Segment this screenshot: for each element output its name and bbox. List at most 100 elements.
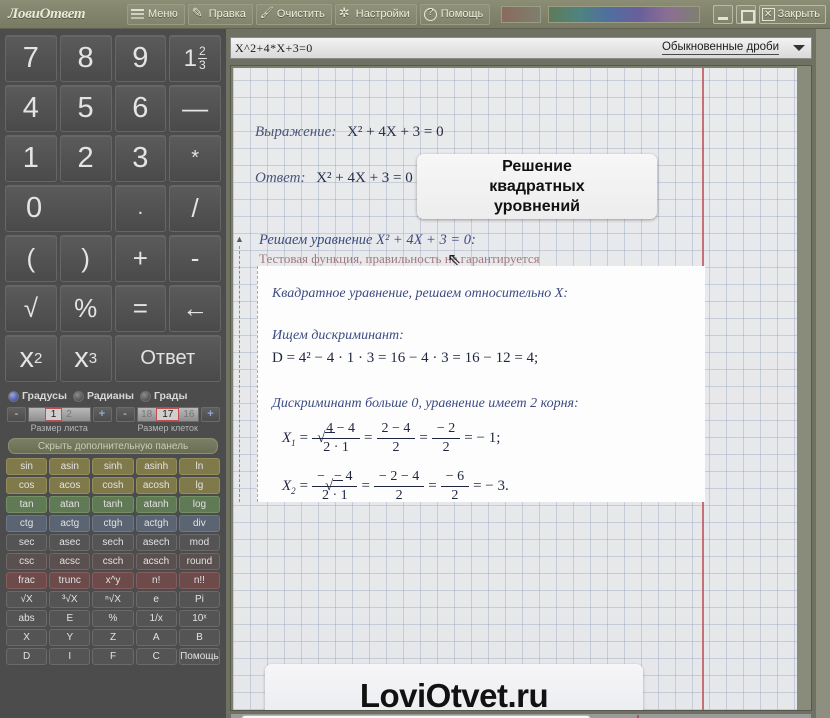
key-minus[interactable]: -	[169, 235, 221, 282]
key-8[interactable]: 8	[59, 35, 112, 82]
key-equals[interactable]: =	[114, 285, 167, 332]
function-button-n[interactable]: n!!	[178, 572, 220, 589]
key-backspace[interactable]: ←	[169, 285, 221, 332]
function-button-acos[interactable]: acos	[49, 477, 91, 494]
clear-button[interactable]: Очистить	[255, 3, 332, 25]
settings-button[interactable]: Настройки	[334, 3, 417, 25]
answer-button[interactable]: Ответ	[114, 335, 221, 382]
sheet-size-value-field[interactable]: 1 2	[28, 407, 91, 422]
function-button-Y[interactable]: Y	[49, 629, 91, 646]
key-3[interactable]: 3	[114, 135, 167, 182]
function-button-sec[interactable]: sec	[6, 534, 48, 551]
key-1[interactable]: 1	[5, 135, 57, 182]
cell-size-increment[interactable]: +	[201, 407, 220, 422]
graph-paper-sheet[interactable]: Выражение: X² + 4X + 3 = 0 Ответ: X² + 4…	[233, 68, 797, 710]
key-mixed-fraction[interactable]: 1 2 3	[169, 35, 221, 82]
radio-grads[interactable]: Грады	[139, 390, 187, 402]
function-button-round[interactable]: round	[178, 553, 220, 570]
function-button-[interactable]: Помощь	[178, 648, 220, 665]
key-9[interactable]: 9	[114, 35, 167, 82]
cell-size-decrement[interactable]: -	[115, 407, 135, 422]
function-button-1x[interactable]: 1/x	[135, 610, 177, 627]
color-gradient-bar[interactable]	[548, 5, 701, 23]
key-2[interactable]: 2	[59, 135, 112, 182]
function-button-sech[interactable]: sech	[92, 534, 134, 551]
function-button-div[interactable]: div	[178, 515, 220, 532]
function-button-acsc[interactable]: acsc	[49, 553, 91, 570]
key-0[interactable]: 0	[5, 185, 112, 232]
function-button-atanh[interactable]: atanh	[135, 496, 177, 513]
function-button-cosh[interactable]: cosh	[92, 477, 134, 494]
help-button[interactable]: Помощь	[419, 3, 491, 25]
function-button-sinh[interactable]: sinh	[92, 458, 134, 475]
function-button-lg[interactable]: lg	[178, 477, 220, 494]
key-open-paren[interactable]: (	[5, 235, 57, 282]
function-button-X[interactable]: ⁿ√X	[92, 591, 134, 608]
key-4[interactable]: 4	[5, 85, 57, 132]
key-5[interactable]: 5	[59, 85, 112, 132]
sheet-size-increment[interactable]: +	[92, 407, 112, 422]
function-button-ctg[interactable]: ctg	[6, 515, 48, 532]
minimize-button[interactable]	[712, 4, 733, 24]
key-square[interactable]: x2	[5, 335, 57, 382]
function-button-acsch[interactable]: acsch	[135, 553, 177, 570]
menu-button[interactable]: Меню	[127, 3, 185, 25]
hide-extra-panel-button[interactable]: Скрыть дополнительную панель	[8, 438, 218, 454]
function-button-e[interactable]: e	[135, 591, 177, 608]
function-button-A[interactable]: A	[135, 629, 177, 646]
function-button-I[interactable]: I	[49, 648, 91, 665]
key-6[interactable]: 6	[114, 85, 167, 132]
chevron-down-icon[interactable]	[793, 45, 805, 51]
close-button[interactable]: ✕ Закрыть	[758, 4, 826, 24]
key-fraction-bar[interactable]: —	[169, 85, 221, 132]
key-multiply[interactable]: *	[169, 135, 221, 182]
function-button-X[interactable]: √X	[6, 591, 48, 608]
function-button-n[interactable]: n!	[135, 572, 177, 589]
function-button-10[interactable]: 10ˣ	[178, 610, 220, 627]
function-button-C[interactable]: C	[135, 648, 177, 665]
function-button-asec[interactable]: asec	[49, 534, 91, 551]
function-button-csc[interactable]: csc	[6, 553, 48, 570]
horizontal-scrollbar[interactable]: ▼	[230, 713, 812, 718]
function-button-log[interactable]: log	[178, 496, 220, 513]
function-button-tan[interactable]: tan	[6, 496, 48, 513]
key-sqrt[interactable]: √	[5, 285, 57, 332]
function-button-acosh[interactable]: acosh	[135, 477, 177, 494]
expression-input[interactable]: X^2+4*X+3=0	[235, 41, 313, 56]
function-button-xy[interactable]: x^y	[92, 572, 134, 589]
key-7[interactable]: 7	[5, 35, 57, 82]
function-button-cos[interactable]: cos	[6, 477, 48, 494]
function-button-F[interactable]: F	[92, 648, 134, 665]
function-button-Z[interactable]: Z	[92, 629, 134, 646]
key-percent[interactable]: %	[59, 285, 112, 332]
sheet-size-decrement[interactable]: -	[7, 407, 26, 422]
function-button-asinh[interactable]: asinh	[135, 458, 177, 475]
function-button-X[interactable]: ³√X	[49, 591, 91, 608]
key-close-paren[interactable]: )	[59, 235, 112, 282]
fraction-mode-select[interactable]: Обыкновенные дроби	[661, 41, 779, 55]
function-button-D[interactable]: D	[6, 648, 48, 665]
formula-bar[interactable]: X^2+4*X+3=0 Обыкновенные дроби	[230, 37, 812, 59]
function-button-trunc[interactable]: trunc	[49, 572, 91, 589]
function-button-csch[interactable]: csch	[92, 553, 134, 570]
color-swatch[interactable]	[501, 5, 542, 23]
function-button-asin[interactable]: asin	[49, 458, 91, 475]
function-button-abs[interactable]: abs	[6, 610, 48, 627]
key-divide[interactable]: /	[169, 185, 221, 232]
edit-button[interactable]: Правка	[187, 3, 253, 25]
key-decimal-point[interactable]: .	[114, 185, 167, 232]
function-button-actg[interactable]: actg	[49, 515, 91, 532]
maximize-button[interactable]	[735, 4, 756, 24]
function-button-Pi[interactable]: Pi	[178, 591, 220, 608]
function-button-E[interactable]: E	[49, 610, 91, 627]
function-button-ctgh[interactable]: ctgh	[92, 515, 134, 532]
function-button-actgh[interactable]: actgh	[135, 515, 177, 532]
function-button-[interactable]: %	[92, 610, 134, 627]
function-button-sin[interactable]: sin	[6, 458, 48, 475]
function-button-asech[interactable]: asech	[135, 534, 177, 551]
function-button-ln[interactable]: ln	[178, 458, 220, 475]
function-button-mod[interactable]: mod	[178, 534, 220, 551]
key-plus[interactable]: +	[114, 235, 167, 282]
function-button-frac[interactable]: frac	[6, 572, 48, 589]
function-button-tanh[interactable]: tanh	[92, 496, 134, 513]
